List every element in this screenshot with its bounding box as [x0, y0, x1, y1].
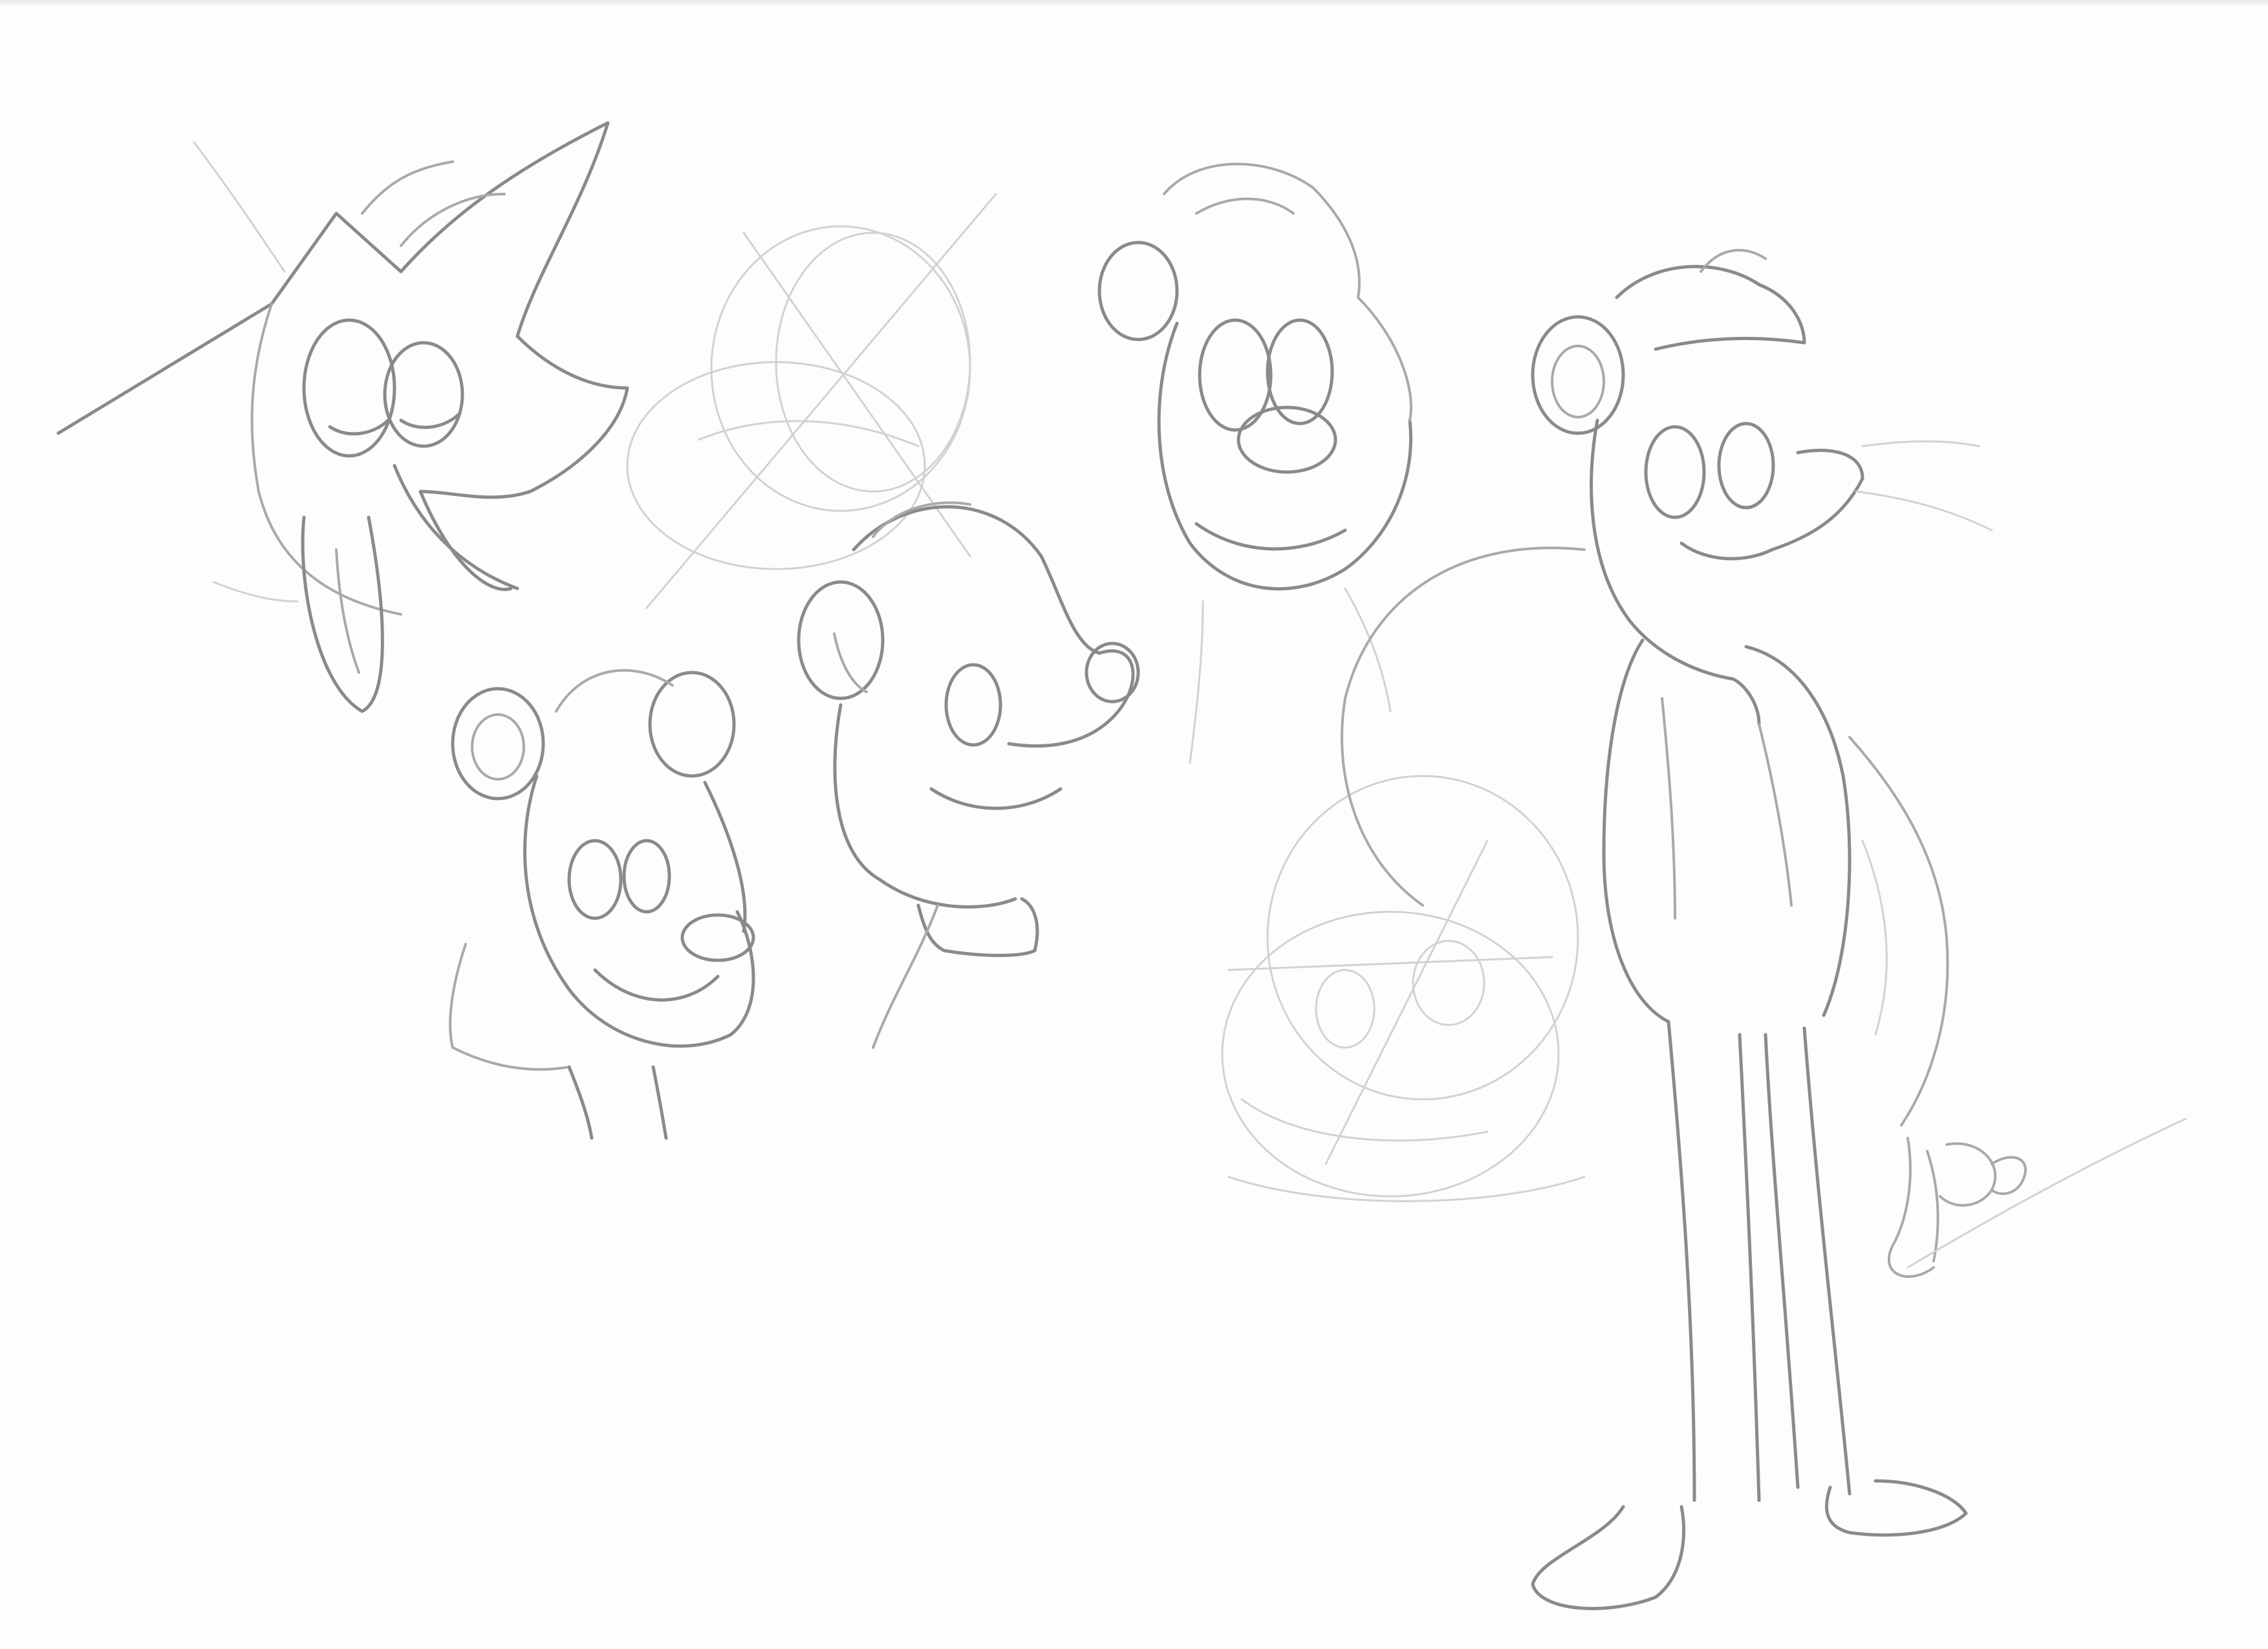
fox-head-sketch: [56, 121, 629, 713]
profile-head-sketch: [797, 501, 1140, 1049]
sketch-canvas: [56, 121, 2187, 1610]
rodent-head-sketch-2: [1097, 162, 1412, 764]
artist-signature: [1887, 1117, 2187, 1278]
construction-circles: [626, 193, 997, 609]
rodent-head-sketch-1: [449, 669, 755, 1140]
faint-underdrawing: [1221, 775, 1586, 1202]
full-body-figure-sketch: [1341, 248, 1993, 1610]
